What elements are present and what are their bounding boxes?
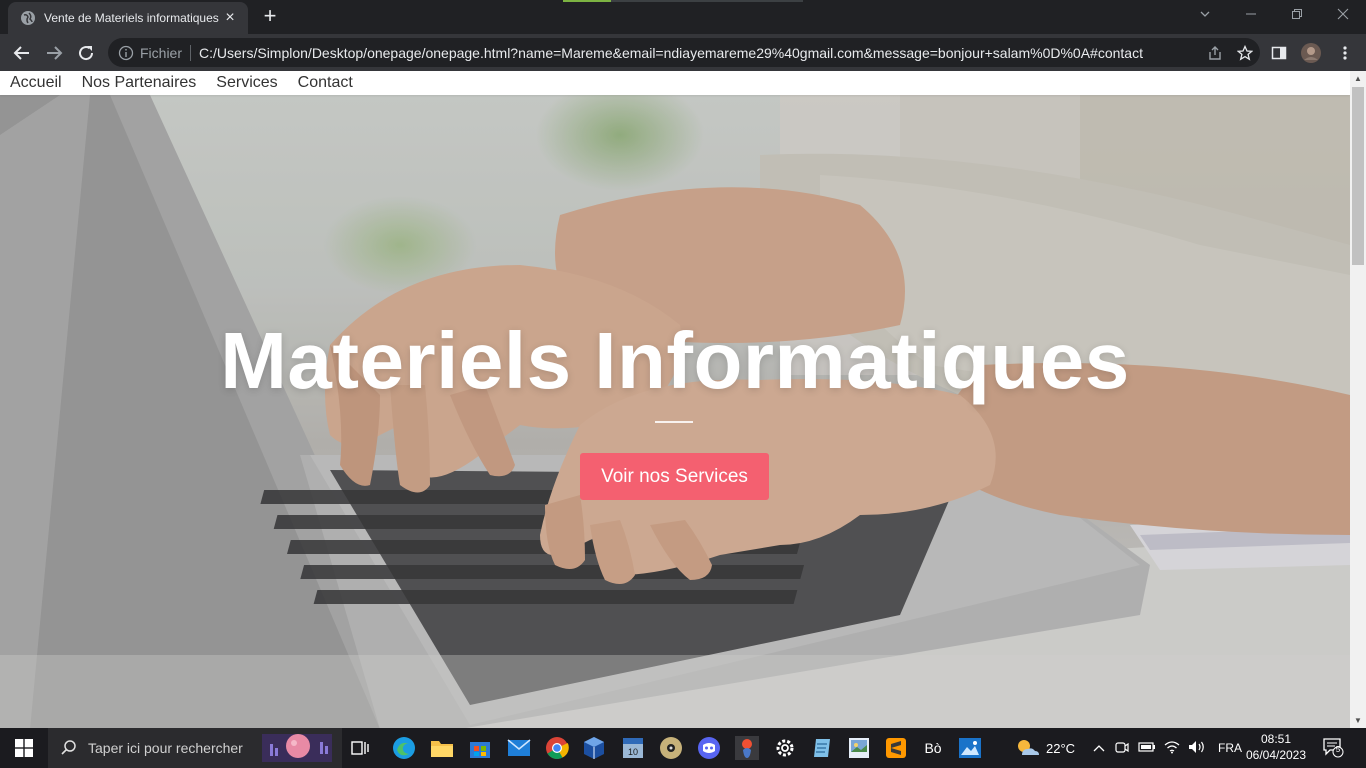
more-vertical-icon (1343, 46, 1347, 60)
start-button[interactable] (0, 728, 48, 768)
reload-button[interactable] (73, 40, 99, 66)
scheme-label: Fichier (140, 44, 183, 61)
side-panel-button[interactable] (1266, 40, 1292, 66)
hero-overlay (0, 95, 1350, 729)
close-tab-icon[interactable]: × (222, 10, 238, 26)
address-bar[interactable]: Fichier C:/Users/Simplon/Desktop/onepage… (108, 38, 1260, 67)
notepad-icon[interactable] (808, 734, 836, 762)
info-icon[interactable] (118, 45, 134, 61)
store-icon[interactable] (466, 734, 494, 762)
weather-sun-cloud-icon (1018, 740, 1039, 755)
side-panel-icon (1271, 46, 1287, 60)
browser-menu-button[interactable] (1332, 40, 1358, 66)
avatar-icon (1301, 43, 1321, 63)
mail-icon[interactable] (505, 734, 533, 762)
share-icon[interactable] (1200, 41, 1230, 65)
hero-section: Materiels Informatiques Voir nos Service… (0, 95, 1350, 729)
notification-center-button[interactable]: 5 (1322, 736, 1344, 758)
media-player-icon[interactable] (657, 734, 685, 762)
site-navigation: Accueil Nos Partenaires Services Contact (0, 71, 1350, 95)
scrollbar-thumb[interactable] (1352, 87, 1364, 265)
nav-link-partenaires[interactable]: Nos Partenaires (82, 74, 197, 92)
task-view-icon[interactable] (346, 734, 374, 762)
clock-date: 06/04/2023 (1245, 748, 1307, 762)
discord-icon[interactable] (695, 734, 723, 762)
url-text[interactable]: C:/Users/Simplon/Desktop/onepage/onepage… (199, 45, 1200, 61)
weather-temperature: 22°C (1046, 740, 1076, 756)
tab-strip-indicator (563, 0, 803, 2)
taskbar-clock[interactable]: 08:51 06/04/2023 (1240, 731, 1312, 763)
reload-icon (79, 46, 94, 61)
page-viewport: Accueil Nos Partenaires Services Contact (0, 71, 1350, 729)
photos-icon[interactable] (956, 734, 984, 762)
close-window-button[interactable] (1320, 0, 1366, 30)
search-placeholder: Taper ici pour rechercher (88, 740, 243, 756)
clock-time: 08:51 (1260, 732, 1292, 746)
tab-title: Vente de Materiels informatiques (44, 11, 219, 25)
nav-link-contact[interactable]: Contact (298, 74, 353, 92)
search-icon (61, 740, 76, 755)
git-icon[interactable] (733, 734, 761, 762)
scroll-up-arrow-icon[interactable]: ▲ (1350, 71, 1366, 87)
back-button[interactable] (9, 40, 35, 66)
view-services-button[interactable]: Voir nos Services (580, 453, 769, 500)
restore-button[interactable] (1274, 0, 1320, 30)
wifi-icon[interactable] (1164, 740, 1180, 757)
scroll-down-arrow-icon[interactable]: ▼ (1350, 713, 1366, 729)
arrow-left-icon (13, 46, 29, 60)
bookmark-star-icon[interactable] (1230, 41, 1260, 65)
new-tab-button[interactable]: + (258, 5, 282, 29)
profile-avatar[interactable] (1298, 40, 1324, 66)
hero-divider (655, 421, 693, 423)
browser-tab[interactable]: Vente de Materiels informatiques × (8, 2, 248, 34)
chevron-up-icon[interactable] (1092, 741, 1106, 756)
volume-icon[interactable] (1188, 740, 1206, 757)
page-scrollbar[interactable]: ▲ ▼ (1350, 71, 1366, 729)
virtualbox-icon[interactable] (580, 734, 608, 762)
notification-count: 5 (1335, 745, 1341, 754)
meet-now-icon[interactable] (1114, 739, 1130, 758)
edge-icon[interactable] (390, 734, 418, 762)
windows-logo-icon (15, 739, 33, 757)
forward-button[interactable] (41, 40, 67, 66)
taskbar-search-box[interactable]: Taper ici pour rechercher (48, 728, 342, 768)
chrome-icon[interactable] (543, 734, 571, 762)
weather-widget[interactable]: 22°C (1014, 728, 1075, 768)
sublime-text-icon[interactable] (882, 734, 910, 762)
address-divider (190, 44, 192, 61)
globe-icon (21, 11, 35, 25)
calendar-icon[interactable]: 10 (619, 734, 647, 762)
input-language[interactable]: FRA (1218, 741, 1242, 755)
nav-link-accueil[interactable]: Accueil (10, 74, 62, 92)
browser-tab-strip: Vente de Materiels informatiques × + (0, 0, 1366, 34)
browser-toolbar: Fichier C:/Users/Simplon/Desktop/onepage… (0, 34, 1366, 71)
app-icon[interactable]: Bò (919, 734, 947, 762)
svg-text:Bò: Bò (924, 740, 941, 756)
minimize-button[interactable] (1228, 0, 1274, 30)
paint-icon[interactable] (845, 734, 873, 762)
settings-icon[interactable] (771, 734, 799, 762)
search-highlight-art-icon (262, 734, 332, 762)
nav-link-services[interactable]: Services (216, 74, 277, 92)
windows-taskbar: Taper ici pour rechercher 10 Bò 22°C FRA… (0, 728, 1366, 768)
file-explorer-icon[interactable] (428, 734, 456, 762)
hero-title: Materiels Informatiques (220, 316, 1130, 405)
system-tray: FRA (1092, 728, 1242, 768)
battery-icon[interactable] (1138, 741, 1156, 756)
svg-text:10: 10 (628, 747, 638, 757)
tab-search-icon[interactable] (1182, 0, 1228, 30)
arrow-right-icon (47, 46, 63, 60)
